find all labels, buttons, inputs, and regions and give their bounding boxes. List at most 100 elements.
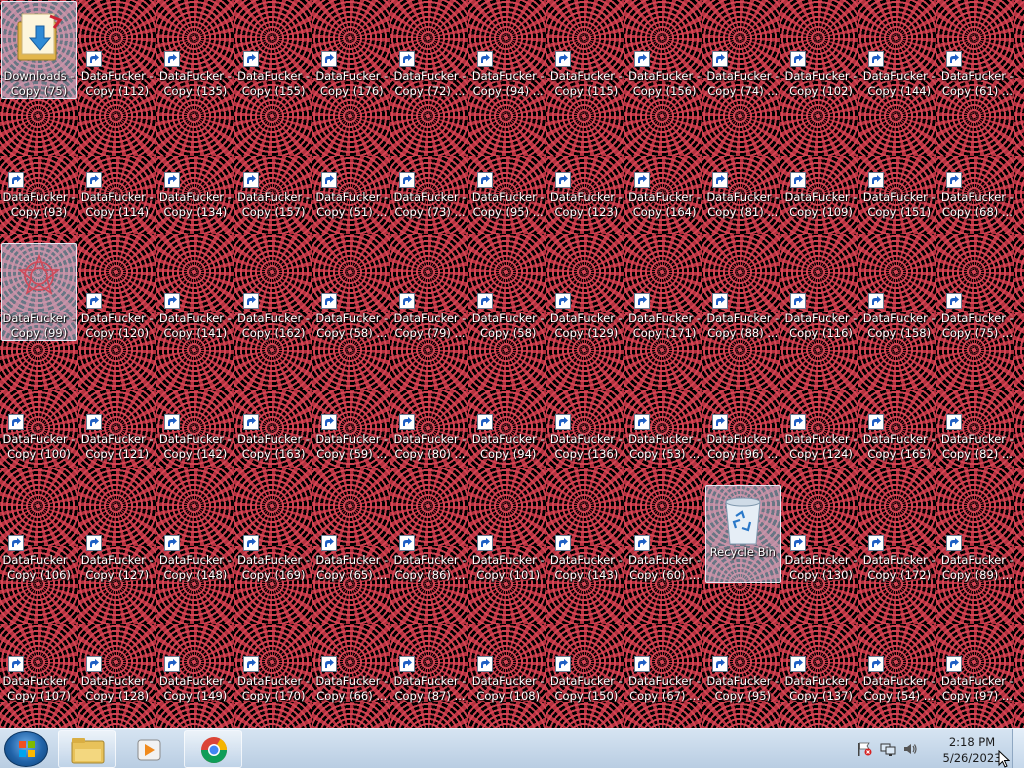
desktop-icon-datafucker[interactable]: DataFucker - Copy (80) ...: [391, 363, 469, 463]
desktop-icon-datafucker[interactable]: DataFucker - Copy (94) ...: [469, 0, 547, 100]
desktop-icon-datafucker[interactable]: DataFucker - Copy (86) ...: [391, 484, 469, 584]
taskbar-explorer-button[interactable]: [58, 730, 116, 768]
desktop-icon-datafucker[interactable]: DataFucker - Copy (176): [313, 0, 391, 100]
desktop-icon-datafucker[interactable]: DataFucker - Copy (130): [782, 484, 860, 584]
desktop-icon-datafucker[interactable]: DataFucker - Copy (66) ...: [313, 605, 391, 705]
desktop-icon-datafucker[interactable]: DataFucker - Copy (137): [782, 605, 860, 705]
shortcut-arrow-icon: [399, 172, 415, 188]
desktop-icon-datafucker[interactable]: DataFucker - Copy (143): [547, 484, 625, 584]
desktop-icon-label: DataFucker - Copy (136): [549, 432, 623, 461]
desktop-icon-datafucker[interactable]: DataFucker - Copy (75) ...: [938, 242, 1016, 342]
desktop-icon-datafucker[interactable]: DataFucker - Copy (150): [547, 605, 625, 705]
desktop-icon-label: DataFucker - Copy (164): [628, 190, 702, 219]
desktop-icon-datafucker[interactable]: DataFucker - Copy (100): [0, 363, 78, 463]
desktop[interactable]: Downloads - Copy (75) DataFucker - Copy (…: [0, 0, 1024, 728]
desktop-icon-datafucker[interactable]: DataFucker - Copy (172): [860, 484, 938, 584]
desktop-icon-datafucker[interactable]: DataFucker - Copy (158): [860, 242, 938, 342]
desktop-icon-datafucker[interactable]: DataFucker - Copy (58) ...: [313, 242, 391, 342]
desktop-icon-datafucker[interactable]: DataFucker - Copy (74) ...: [704, 0, 782, 100]
desktop-icon-label: DataFucker - Copy (72) ...: [393, 69, 467, 98]
desktop-icon-datafucker[interactable]: DataFucker - Copy (82) ...: [938, 363, 1016, 463]
desktop-icon-datafucker[interactable]: DataFucker - Copy (157): [235, 121, 313, 221]
desktop-icon-datafucker[interactable]: DataFucker - Copy (106): [0, 484, 78, 584]
desktop-icon-datafucker[interactable]: DataFucker - Copy (73) ...: [391, 121, 469, 221]
taskbar-media-player-button[interactable]: [119, 730, 177, 768]
desktop-icon-datafucker[interactable]: DataFucker - Copy (108): [469, 605, 547, 705]
show-desktop-button[interactable]: [1012, 729, 1024, 768]
desktop-icon-datafucker[interactable]: DataFucker - Copy (53) ...: [626, 363, 704, 463]
shortcut-arrow-icon: [946, 535, 963, 551]
desktop-icon-datafucker[interactable]: DataFucker - Copy (164): [626, 121, 704, 221]
desktop-icon-datafucker[interactable]: DataFucker - Copy (165): [860, 363, 938, 463]
desktop-icon-datafucker[interactable]: DataFucker - Copy (81) ...: [704, 121, 782, 221]
desktop-icon-datafucker[interactable]: DataFucker - Copy (79) ...: [391, 242, 469, 342]
desktop-icon-datafucker[interactable]: DataFucker - Copy (162): [235, 242, 313, 342]
desktop-icon-datafucker[interactable]: DataFucker - Copy (135): [156, 0, 234, 100]
desktop-icon-datafucker[interactable]: DataFucker - Copy (114): [78, 121, 156, 221]
desktop-icon-datafucker[interactable]: DataFucker - Copy (93): [0, 121, 78, 221]
network-icon[interactable]: [880, 742, 896, 756]
desktop-icon-datafucker[interactable]: DataFucker - Copy (61) ...: [938, 0, 1016, 100]
desktop-icon-datafucker[interactable]: DataFucker - Copy (128): [78, 605, 156, 705]
desktop-icon-datafucker[interactable]: DataFucker - Copy (116): [782, 242, 860, 342]
desktop-icon-datafucker[interactable]: DataFucker - Copy (163): [235, 363, 313, 463]
desktop-icon-datafucker[interactable]: DataFucker - Copy (171): [626, 242, 704, 342]
desktop-icon-datafucker[interactable]: DataFucker - Copy (95) ...: [469, 121, 547, 221]
desktop-icon-recycle-bin[interactable]: Recycle Bin: [704, 484, 782, 584]
desktop-icon-datafucker[interactable]: DataFucker - Copy (59) ...: [313, 363, 391, 463]
desktop-icon-datafucker[interactable]: DataFucker - Copy (142): [156, 363, 234, 463]
desktop-icon-label: DataFucker - Copy (97) ...: [940, 674, 1014, 703]
desktop-icon-datafucker[interactable]: DataFucker - Copy (134): [156, 121, 234, 221]
desktop-icon-datafucker[interactable]: DataFucker - Copy (149): [156, 605, 234, 705]
taskbar-clock[interactable]: 2:18 PM 5/26/2023: [940, 734, 1004, 766]
desktop-icon-datafucker[interactable]: DataFucker - Copy (54) ...: [860, 605, 938, 705]
desktop-icon-datafucker[interactable]: DataFucker - Copy (144): [860, 0, 938, 100]
desktop-icon-label: DataFucker - Copy (51) ...: [315, 190, 389, 219]
desktop-icon-datafucker[interactable]: DataFucker - Copy (109): [782, 121, 860, 221]
desktop-icon-datafucker[interactable]: DataFucker - Copy (156): [626, 0, 704, 100]
system-tray: 2:18 PM 5/26/2023: [850, 729, 1010, 768]
desktop-icon-datafucker[interactable]: DataFucker - Copy (51) ...: [313, 121, 391, 221]
desktop-icon-datafucker[interactable]: DataFucker - Copy (65) ...: [313, 484, 391, 584]
desktop-icon-datafucker[interactable]: DataFucker - Copy (170): [235, 605, 313, 705]
desktop-icon-datafucker[interactable]: DataFucker - Copy (72) ...: [391, 0, 469, 100]
desktop-icon-datafucker[interactable]: DataFucker - Copy (88) ...: [704, 242, 782, 342]
desktop-icon-datafucker[interactable]: DataFucker - Copy (115): [547, 0, 625, 100]
desktop-icon-datafucker[interactable]: DataFucker - Copy (141): [156, 242, 234, 342]
desktop-icon-datafucker[interactable]: DataFucker - Copy (124): [782, 363, 860, 463]
desktop-icon-label: DataFucker - Copy (120): [80, 311, 154, 340]
desktop-icon-datafucker[interactable]: DataFucker - Copy (123): [547, 121, 625, 221]
desktop-icon-datafucker[interactable]: DataFucker - Copy (136): [547, 363, 625, 463]
desktop-icon-datafucker[interactable]: DataFucker - Copy (169): [235, 484, 313, 584]
desktop-icon-datafucker[interactable]: DataFucker - Copy (129): [547, 242, 625, 342]
desktop-icon-downloads[interactable]: Downloads - Copy (75): [0, 0, 78, 100]
desktop-icon-datafucker[interactable]: DataFucker - Copy (102): [782, 0, 860, 100]
desktop-icon-datafucker[interactable]: DataFucker - Copy (148): [156, 484, 234, 584]
desktop-icon-datafucker[interactable]: DataFucker - Copy (127): [78, 484, 156, 584]
desktop-icon-datafucker[interactable]: DataFucker - Copy (89) ...: [938, 484, 1016, 584]
taskbar-chrome-button[interactable]: [184, 730, 242, 768]
desktop-icon-datafucker[interactable]: DataFucker - Copy (121): [78, 363, 156, 463]
shortcut-arrow-icon: [477, 535, 494, 551]
desktop-icon-datafucker[interactable]: DataFucker - Copy (67) ...: [626, 605, 704, 705]
desktop-icon-datafucker[interactable]: DataFucker - Copy (60) ...: [626, 484, 704, 584]
desktop-icon-datafucker[interactable]: DataFucker - Copy (87) ...: [391, 605, 469, 705]
desktop-icon-datafucker[interactable]: DataFucker - Copy (95): [704, 605, 782, 705]
desktop-icon-datafucker[interactable]: DataFucker - Copy (97) ...: [938, 605, 1016, 705]
desktop-icon-datafucker[interactable]: DataFucker - Copy (120): [78, 242, 156, 342]
desktop-icon-datafucker-selected[interactable]: DataFucker - Copy (99): [0, 242, 78, 342]
action-center-flag-icon[interactable]: [856, 742, 872, 756]
desktop-icon-datafucker[interactable]: DataFucker - Copy (151): [860, 121, 938, 221]
shortcut-arrow-icon: [477, 656, 494, 672]
desktop-icon-datafucker[interactable]: DataFucker - Copy (155): [235, 0, 313, 100]
desktop-icon-datafucker[interactable]: DataFucker - Copy (94): [469, 363, 547, 463]
desktop-icon-datafucker[interactable]: DataFucker - Copy (112): [78, 0, 156, 100]
start-button[interactable]: [4, 731, 48, 767]
desktop-icon-datafucker[interactable]: DataFucker - Copy (107): [0, 605, 78, 705]
volume-icon[interactable]: [902, 742, 918, 756]
desktop-icon-datafucker[interactable]: DataFucker - Copy (58): [469, 242, 547, 342]
desktop-icon-label: DataFucker - Copy (115): [549, 69, 623, 98]
desktop-icon-datafucker[interactable]: DataFucker - Copy (68) ...: [938, 121, 1016, 221]
desktop-icon-datafucker[interactable]: DataFucker - Copy (96) ...: [704, 363, 782, 463]
desktop-icon-datafucker[interactable]: DataFucker - Copy (101): [469, 484, 547, 584]
